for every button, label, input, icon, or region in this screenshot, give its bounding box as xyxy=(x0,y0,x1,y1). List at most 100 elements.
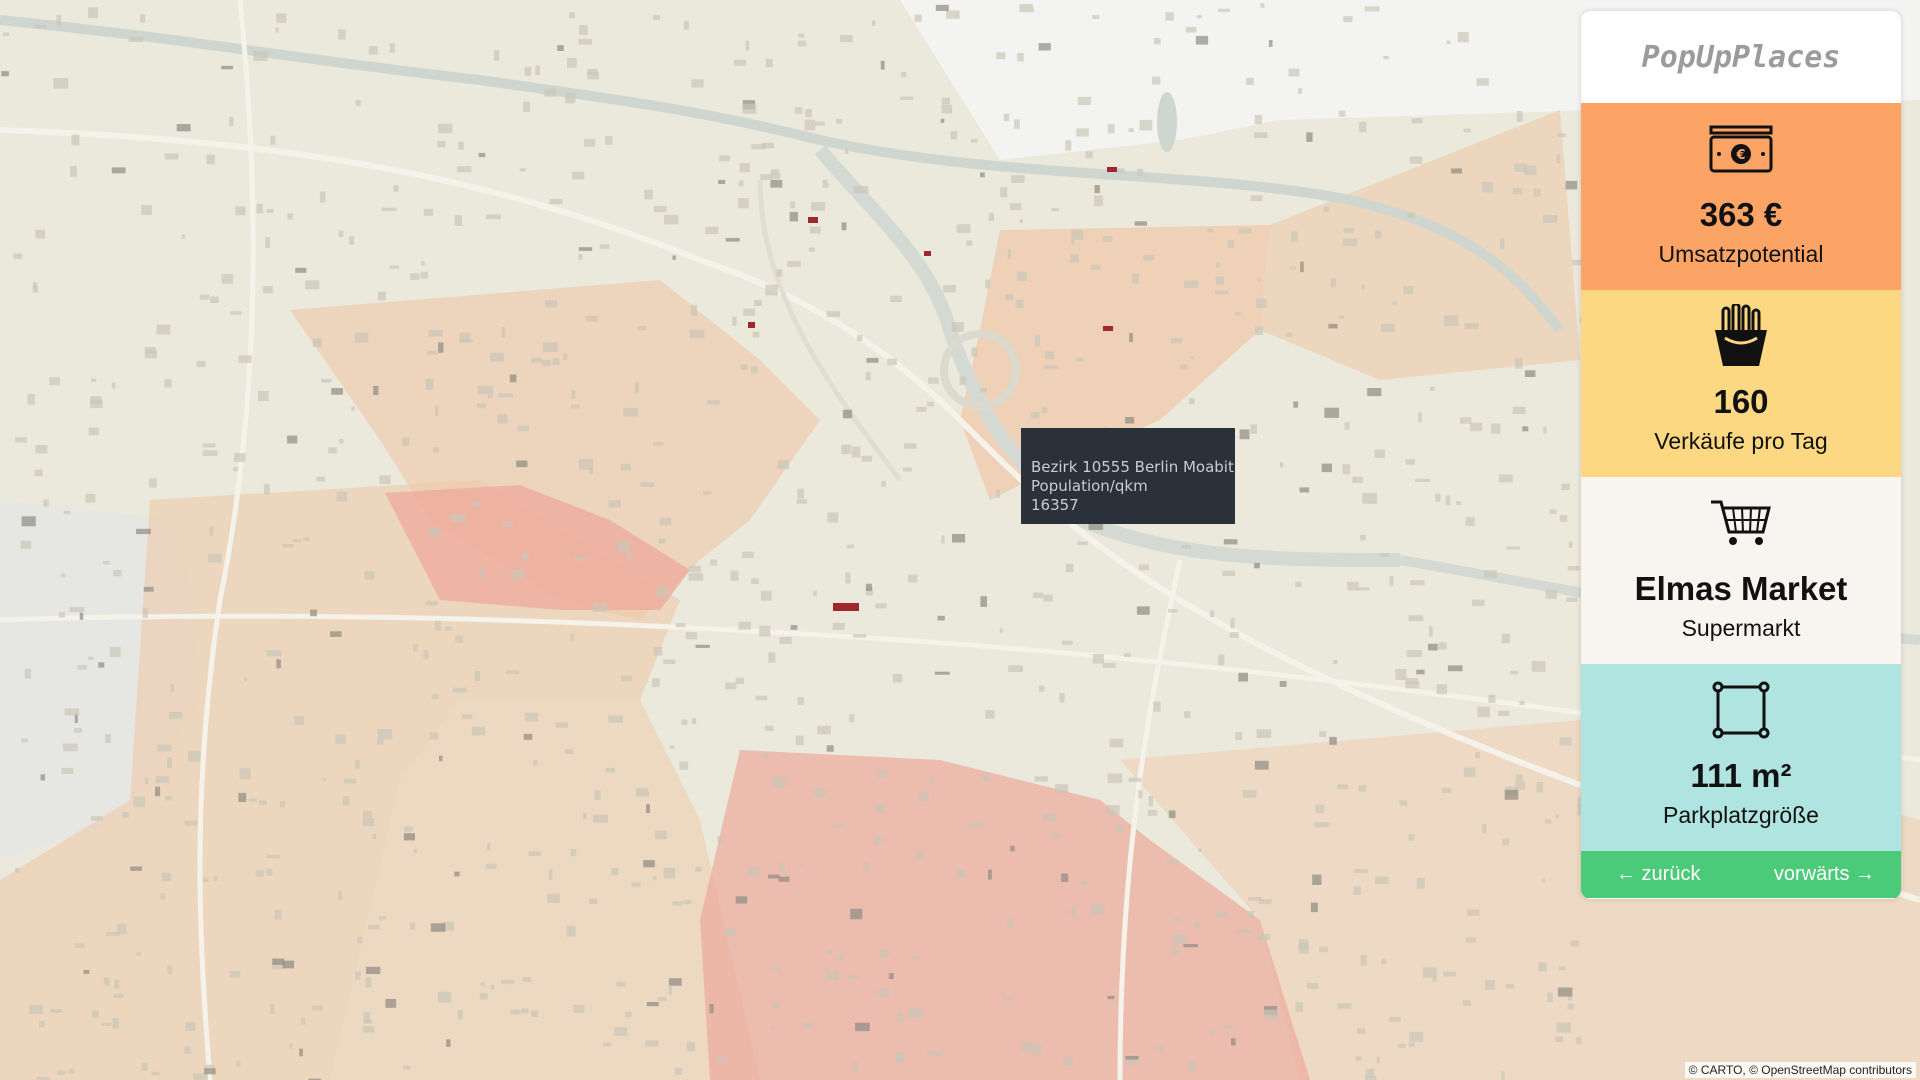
building xyxy=(35,24,47,29)
building xyxy=(1188,398,1195,405)
building xyxy=(620,675,632,682)
building xyxy=(1125,1059,1140,1065)
building xyxy=(1422,967,1437,978)
building xyxy=(311,1005,323,1011)
stat-parking-label: Parkplatzgröße xyxy=(1663,802,1819,828)
building xyxy=(1041,407,1048,414)
building xyxy=(1485,979,1495,990)
building xyxy=(874,836,883,846)
building xyxy=(695,867,703,872)
building xyxy=(1222,570,1236,576)
building xyxy=(1549,509,1557,514)
building xyxy=(357,936,363,944)
building xyxy=(421,261,425,266)
building xyxy=(892,673,903,683)
building xyxy=(531,1010,539,1017)
building xyxy=(1148,795,1153,807)
highlight-building[interactable] xyxy=(808,217,818,223)
building xyxy=(895,1055,904,1060)
building xyxy=(1465,517,1475,526)
building xyxy=(1455,501,1461,505)
building xyxy=(368,46,378,55)
building xyxy=(1015,299,1024,308)
building xyxy=(1115,824,1123,833)
building xyxy=(1257,934,1271,940)
map-attribution[interactable]: © CARTO, © OpenStreetMap contributors xyxy=(1684,1062,1916,1078)
building xyxy=(1173,934,1187,944)
district-tooltip: Bezirk 10555 Berlin Moabit Population/qk… xyxy=(1021,428,1235,524)
building xyxy=(140,14,146,23)
building xyxy=(535,65,540,75)
building xyxy=(165,795,172,801)
building xyxy=(1389,576,1394,587)
building xyxy=(299,1048,303,1057)
building xyxy=(658,538,666,544)
back-button[interactable]: ← zurück xyxy=(1616,863,1700,886)
building xyxy=(1531,661,1546,672)
building xyxy=(605,767,615,773)
building xyxy=(270,135,276,145)
building xyxy=(1576,1037,1582,1045)
building xyxy=(1392,301,1397,305)
building xyxy=(652,678,660,688)
building xyxy=(616,981,626,987)
building xyxy=(1464,322,1479,329)
building xyxy=(548,869,553,881)
building xyxy=(1153,701,1161,712)
building xyxy=(549,199,563,205)
building xyxy=(1567,1003,1575,1010)
building xyxy=(1223,539,1238,545)
building xyxy=(857,334,863,342)
building xyxy=(1436,684,1448,695)
building xyxy=(295,267,307,273)
building xyxy=(1463,1000,1471,1006)
building xyxy=(695,644,710,648)
building xyxy=(339,439,344,444)
building xyxy=(605,136,613,145)
highlight-building[interactable] xyxy=(924,251,931,256)
building xyxy=(1128,128,1134,133)
building xyxy=(1231,1038,1236,1046)
building xyxy=(188,751,201,762)
forward-button[interactable]: vorwärts → xyxy=(1774,863,1875,886)
highlight-building[interactable] xyxy=(748,322,755,328)
building xyxy=(751,144,766,150)
building xyxy=(725,682,737,690)
building xyxy=(1354,869,1368,873)
building xyxy=(794,107,803,114)
building xyxy=(112,1018,119,1029)
building xyxy=(1236,929,1251,934)
building xyxy=(1295,1001,1303,1013)
building xyxy=(904,443,917,449)
building xyxy=(570,633,575,641)
building xyxy=(675,623,686,628)
building xyxy=(233,467,238,472)
tooltip-district: Bezirk 10555 Berlin Moabit xyxy=(1031,458,1234,476)
building xyxy=(832,622,845,630)
building xyxy=(1288,68,1300,77)
building xyxy=(1210,1030,1216,1035)
building xyxy=(653,646,663,656)
building xyxy=(826,311,841,318)
building xyxy=(811,202,826,211)
building xyxy=(1319,946,1329,953)
building xyxy=(1343,228,1354,233)
building xyxy=(686,1041,696,1052)
building xyxy=(294,715,305,725)
building xyxy=(106,932,120,936)
building xyxy=(566,925,576,937)
highlight-building[interactable] xyxy=(1107,167,1117,172)
building xyxy=(1194,921,1201,928)
building xyxy=(1395,669,1407,680)
highlight-building[interactable] xyxy=(1103,326,1113,331)
building xyxy=(1545,589,1557,599)
building xyxy=(1343,238,1357,247)
money-icon: € xyxy=(1709,121,1773,177)
building xyxy=(725,237,740,242)
building xyxy=(229,971,241,978)
building xyxy=(487,842,491,851)
building xyxy=(872,20,876,26)
building xyxy=(822,183,829,188)
building xyxy=(322,778,326,782)
highlight-building[interactable] xyxy=(833,603,859,611)
